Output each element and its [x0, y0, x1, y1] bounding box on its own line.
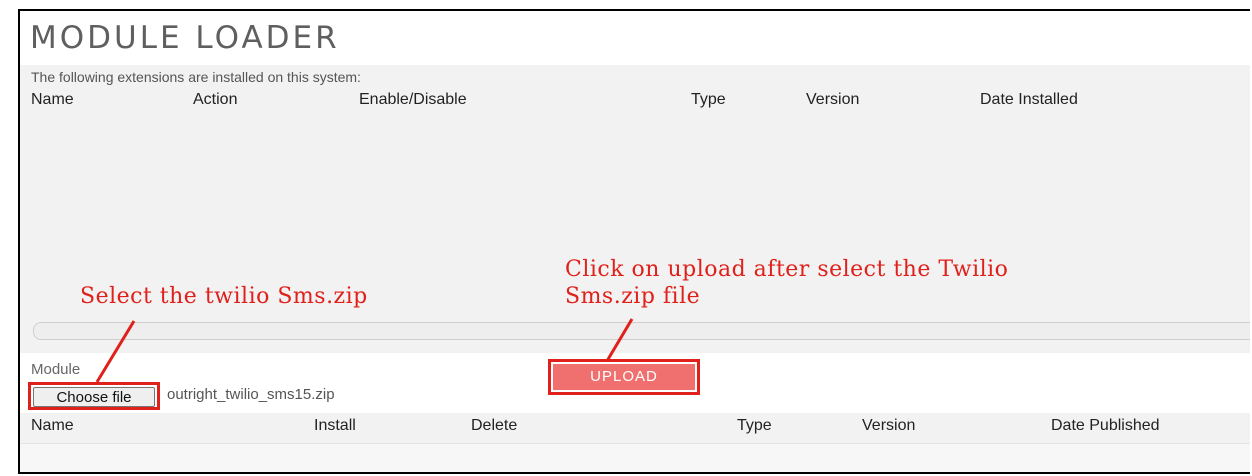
annotation-line-select: [95, 320, 136, 383]
annotation-arrows: [95, 318, 634, 383]
annotation-line-upload: [605, 318, 634, 362]
